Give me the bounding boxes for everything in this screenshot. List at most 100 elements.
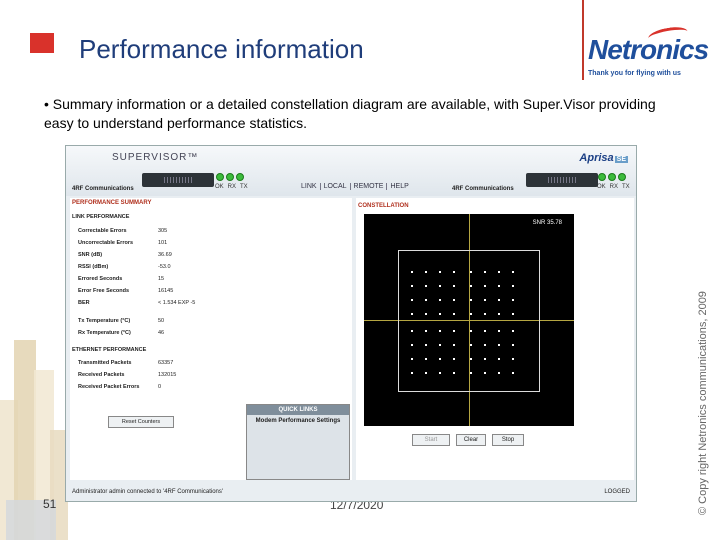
stat-value: 36.69 (158, 252, 172, 258)
constellation-title: CONSTELLATION (358, 203, 409, 209)
constellation-point (470, 271, 472, 273)
title-bullet-square (30, 33, 54, 53)
constellation-point (512, 271, 514, 273)
constellation-frame (398, 250, 540, 392)
stat-value: 0 (158, 384, 162, 390)
start-button[interactable]: Start (412, 434, 450, 446)
constellation-point (453, 344, 455, 346)
tx-led-icon (618, 173, 626, 181)
constellation-point (498, 313, 500, 315)
stat-label: RSSI (dBm) (78, 264, 109, 270)
aprisa-logo: Aprisa SE (579, 152, 628, 164)
led-label: TX (622, 184, 630, 190)
constellation-point (512, 358, 514, 360)
constellation-point (425, 271, 427, 273)
constellation-point (411, 372, 413, 374)
nav-help[interactable]: HELP (387, 183, 411, 190)
stat-label: SNR (dB) (78, 252, 103, 258)
city-illustration (0, 300, 70, 540)
page-number: 51 (43, 497, 57, 511)
constellation-point (512, 372, 514, 374)
constellation-point (484, 344, 486, 346)
constellation-point (411, 285, 413, 287)
constellation-point (453, 372, 455, 374)
constellation-point (411, 358, 413, 360)
constellation-point (470, 330, 472, 332)
nav-local[interactable]: LOCAL (321, 183, 351, 190)
constellation-point (439, 271, 441, 273)
nav-link[interactable]: LINK (298, 183, 321, 190)
remote-leds (598, 173, 626, 181)
aprisa-logo-tag: SE (614, 156, 628, 163)
stat-label: Uncorrectable Errors (78, 240, 134, 246)
stat-label: Received Packet Errors (78, 384, 140, 390)
constellation-diagram: SNR 35.78 (364, 214, 574, 426)
stat-value: 50 (158, 318, 165, 324)
led-label: RX (227, 184, 237, 190)
company-left: 4RF Communications (72, 186, 134, 192)
constellation-point (453, 358, 455, 360)
led-label: TX (240, 184, 248, 190)
constellation-point (425, 313, 427, 315)
reset-counters-button[interactable]: Reset Counters (108, 416, 174, 428)
nav-remote[interactable]: REMOTE (351, 183, 388, 190)
stat-label: Correctable Errors (78, 228, 127, 234)
local-device-icon (142, 173, 214, 187)
ethernet-performance-title: ETHERNET PERFORMANCE (72, 347, 147, 353)
bullet-text: • Summary information or a detailed cons… (44, 96, 656, 131)
constellation-point (439, 313, 441, 315)
constellation-point (498, 271, 500, 273)
slide-title: Performance information (79, 34, 364, 64)
status-message: Administrator admin connected to '4RF Co… (72, 489, 224, 495)
stat-label: BER (78, 300, 90, 306)
constellation-point (484, 313, 486, 315)
stat-label: Rx Temperature (°C) (78, 330, 131, 336)
constellation-point (425, 330, 427, 332)
constellation-point (439, 372, 441, 374)
constellation-point (425, 358, 427, 360)
copyright-notice: © Copy right Netronics communications, 2… (697, 291, 709, 515)
stat-label: Error Free Seconds (78, 288, 130, 294)
aprisa-logo-text: Aprisa (579, 152, 614, 164)
stat-value: 46 (158, 330, 165, 336)
snr-readout: SNR 35.78 (532, 220, 562, 226)
modem-performance-settings-link[interactable]: Modem Performance Settings (247, 418, 349, 424)
stat-value: -53.0 (158, 264, 171, 270)
performance-summary-title: PERFORMANCE SUMMARY (72, 200, 152, 206)
netronics-logo: Netronics Thank you for flying with us (578, 0, 720, 84)
local-leds (216, 173, 244, 181)
app-header: SUPERVISOR™ Aprisa SE OK RX TX 4RF Commun… (66, 146, 636, 196)
stat-value: 63357 (158, 360, 174, 366)
stat-label: Errored Seconds (78, 276, 123, 282)
rx-led-icon (608, 173, 616, 181)
tx-led-icon (236, 173, 244, 181)
stat-value: 16145 (158, 288, 174, 294)
constellation-point (411, 313, 413, 315)
constellation-point (470, 299, 472, 301)
led-label: OK (215, 184, 224, 190)
constellation-point (498, 330, 500, 332)
logo-divider (582, 0, 584, 80)
constellation-point (498, 285, 500, 287)
constellation-point (425, 285, 427, 287)
main-nav: LINK LOCAL REMOTE HELP (298, 183, 412, 190)
quick-links-title: QUICK LINKS (247, 405, 349, 415)
constellation-point (484, 285, 486, 287)
constellation-point (439, 285, 441, 287)
clear-button[interactable]: Clear (456, 434, 486, 446)
remote-led-labels: OK RX TX (597, 184, 630, 190)
rx-led-icon (226, 173, 234, 181)
constellation-point (498, 299, 500, 301)
constellation-point (498, 358, 500, 360)
constellation-point (470, 285, 472, 287)
led-label: OK (597, 184, 606, 190)
constellation-point (498, 344, 500, 346)
constellation-point (484, 299, 486, 301)
local-led-labels: OK RX TX (215, 184, 248, 190)
led-label: RX (609, 184, 619, 190)
stop-button[interactable]: Stop (492, 434, 524, 446)
performance-summary-panel: PERFORMANCE SUMMARY LINK PERFORMANCE Cor… (70, 198, 352, 480)
constellation-point (411, 299, 413, 301)
constellation-point (425, 344, 427, 346)
supervisor-window: SUPERVISOR™ Aprisa SE OK RX TX 4RF Commun… (65, 145, 637, 502)
